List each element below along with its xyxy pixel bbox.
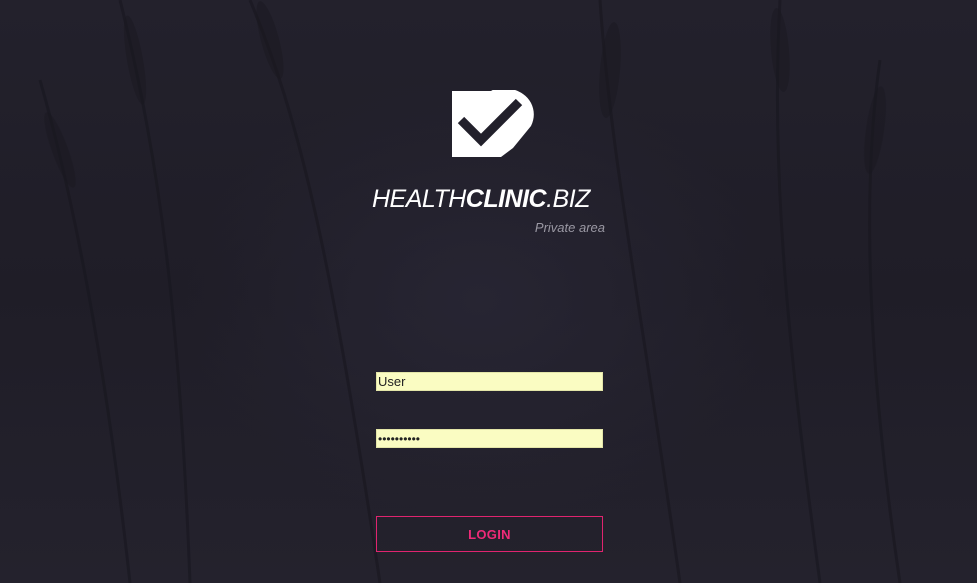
page-subtitle: Private area [534, 220, 605, 235]
password-input[interactable] [376, 429, 603, 448]
brand-name-suffix: .BIZ [546, 185, 590, 213]
heart-check-icon [452, 90, 534, 157]
brand-name-light: HEALTH [372, 185, 466, 213]
login-button[interactable]: LOGIN [376, 516, 603, 552]
brand-logo-text: HEALTHCLINIC.BIZ [372, 184, 606, 214]
brand-name-bold: CLINIC [465, 185, 547, 213]
username-input[interactable] [376, 372, 603, 391]
wheat-stalks-background [38, 0, 902, 583]
